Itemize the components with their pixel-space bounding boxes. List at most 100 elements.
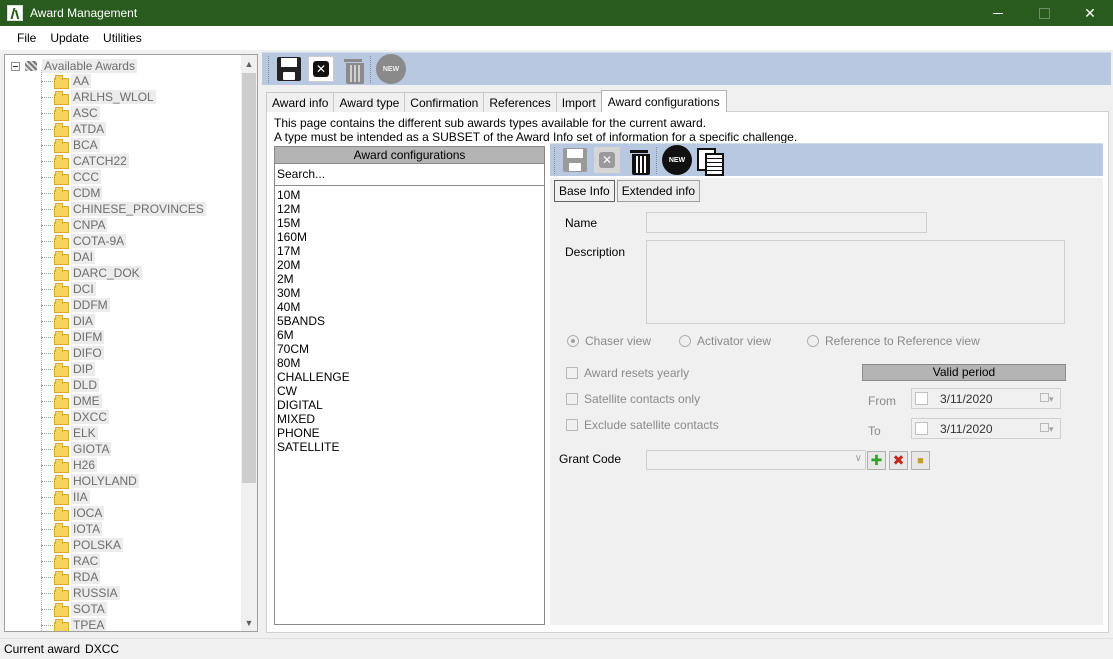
satellite-only-checkbox[interactable]: Satellite contacts only (566, 392, 700, 406)
config-list-item[interactable]: 12M (277, 202, 542, 216)
tree-item[interactable]: CCC (41, 169, 101, 185)
tree-item[interactable]: GIOTA (41, 441, 112, 457)
tree-item[interactable]: DIFO (41, 345, 104, 361)
scroll-down-icon[interactable]: ▼ (241, 614, 257, 631)
to-date-checkbox[interactable] (915, 422, 928, 435)
grant-code-combo[interactable]: ∨ (646, 450, 866, 470)
awards-tree[interactable]: Available Awards AA ARLHS_WLOL ASC ATDA BCA C… (4, 54, 258, 632)
menu-update[interactable]: Update (43, 31, 96, 45)
add-grant-code-button[interactable]: ✚ (867, 451, 886, 470)
scroll-up-icon[interactable]: ▲ (241, 55, 257, 72)
config-list-item[interactable]: 70CM (277, 342, 542, 356)
tab-base-info[interactable]: Base Info (554, 180, 615, 202)
collapse-icon[interactable] (11, 61, 20, 71)
config-search-input[interactable]: Search... (275, 164, 544, 186)
description-input[interactable] (646, 240, 1065, 324)
maximize-button[interactable] (1021, 0, 1067, 26)
tree-item[interactable]: CHINESE_PROVINCES (41, 201, 206, 217)
activator-view-radio[interactable]: Activator view (679, 334, 771, 348)
new-award-button[interactable]: NEW (376, 54, 406, 84)
tree-item[interactable]: TPEA (41, 617, 107, 631)
tree-item[interactable]: RAC (41, 553, 101, 569)
copy-config-button[interactable] (694, 145, 724, 176)
tree-item[interactable]: RUSSIA (41, 585, 120, 601)
tree-item[interactable]: POLSKA (41, 537, 124, 553)
tree-item[interactable]: HOLYLAND (41, 473, 139, 489)
chaser-view-radio[interactable]: Chaser view (567, 334, 651, 348)
tree-item[interactable]: COTA-9A (41, 233, 127, 249)
tree-item[interactable]: DAI (41, 249, 96, 265)
config-list-item[interactable]: 6M (277, 328, 542, 342)
tree-item[interactable]: ELK (41, 425, 98, 441)
tree-item[interactable]: DXCC (41, 409, 110, 425)
calendar-dropdown-icon[interactable]: ▾ (1040, 393, 1056, 405)
tree-item[interactable]: ASC (41, 105, 100, 121)
tab-confirmation[interactable]: Confirmation (404, 92, 485, 112)
config-list-item[interactable]: 15M (277, 216, 542, 230)
tab-import[interactable]: Import (555, 92, 602, 112)
config-list-item[interactable]: CHALLENGE (277, 370, 542, 384)
config-list-item[interactable]: 30M (277, 286, 542, 300)
tree-item[interactable]: DIA (41, 313, 96, 329)
save-config-button[interactable] (560, 145, 590, 175)
tree-item[interactable]: CATCH22 (41, 153, 129, 169)
tree-item[interactable]: DME (41, 393, 102, 409)
tree-item[interactable]: IOTA (41, 521, 103, 537)
tree-item[interactable]: DIP (41, 361, 96, 377)
minimize-button[interactable] (975, 0, 1021, 26)
tree-item[interactable]: ATDA (41, 121, 107, 137)
tree-item[interactable]: ARLHS_WLOL (41, 89, 156, 105)
config-list-item[interactable]: 2M (277, 272, 542, 286)
delete-award-button[interactable] (338, 54, 368, 84)
remove-grant-code-button[interactable]: ✖ (889, 451, 908, 470)
reference-view-radio[interactable]: Reference to Reference view (807, 334, 980, 348)
close-window-button[interactable]: ✕ (1067, 0, 1113, 26)
config-list-item[interactable]: 40M (277, 300, 542, 314)
tree-scroll-thumb[interactable] (242, 73, 256, 483)
tree-item[interactable]: DDFM (41, 297, 110, 313)
tree-item[interactable]: DLD (41, 377, 100, 393)
tree-item[interactable]: IOCA (41, 505, 105, 521)
tab-award-info[interactable]: Award info (266, 92, 335, 112)
config-list-item[interactable]: 10M (277, 188, 542, 202)
cancel-award-button[interactable]: ✕ (306, 54, 336, 84)
tree-item[interactable]: SOTA (41, 601, 107, 617)
tree-item[interactable]: AA (41, 73, 92, 89)
config-list-item[interactable]: DIGITAL (277, 398, 542, 412)
tree-item[interactable]: BCA (41, 137, 100, 153)
delete-config-button[interactable] (624, 145, 654, 175)
tree-root[interactable]: Available Awards (11, 58, 137, 74)
menu-utilities[interactable]: Utilities (96, 31, 149, 45)
config-list-item[interactable]: PHONE (277, 426, 542, 440)
from-date-picker[interactable]: 3/11/2020 ▾ (911, 388, 1061, 409)
tree-item[interactable]: DCI (41, 281, 96, 297)
to-date-picker[interactable]: 3/11/2020 ▾ (911, 418, 1061, 439)
tree-item[interactable]: H26 (41, 457, 98, 473)
menu-file[interactable]: File (10, 31, 43, 45)
tab-references[interactable]: References (483, 92, 557, 112)
config-list-item[interactable]: 5BANDS (277, 314, 542, 328)
config-list-item[interactable]: SATELLITE (277, 440, 542, 454)
award-resets-yearly-checkbox[interactable]: Award resets yearly (566, 366, 689, 380)
save-award-button[interactable] (274, 54, 304, 84)
tree-item[interactable]: DIFM (41, 329, 105, 345)
new-config-button[interactable]: NEW (662, 145, 692, 175)
config-list-item[interactable]: 20M (277, 258, 542, 272)
config-list-item[interactable]: 160M (277, 230, 542, 244)
tree-item[interactable]: CNPA (41, 217, 108, 233)
tab-extended-info[interactable]: Extended info (616, 180, 701, 202)
config-list-item[interactable]: 17M (277, 244, 542, 258)
tree-item[interactable]: RDA (41, 569, 101, 585)
tree-item[interactable]: DARC_DOK (41, 265, 142, 281)
config-list-item[interactable]: MIXED (277, 412, 542, 426)
name-input[interactable] (646, 212, 927, 233)
cancel-config-button[interactable]: ✕ (592, 145, 622, 175)
tree-item[interactable]: CDM (41, 185, 103, 201)
tab-award-configurations[interactable]: Award configurations (600, 90, 727, 112)
config-list-item[interactable]: 80M (277, 356, 542, 370)
config-list-item[interactable]: CW (277, 384, 542, 398)
exclude-satellite-checkbox[interactable]: Exclude satellite contacts (566, 418, 719, 432)
tab-award-type[interactable]: Award type (333, 92, 406, 112)
from-date-checkbox[interactable] (915, 392, 928, 405)
tree-item[interactable]: IIA (41, 489, 90, 505)
